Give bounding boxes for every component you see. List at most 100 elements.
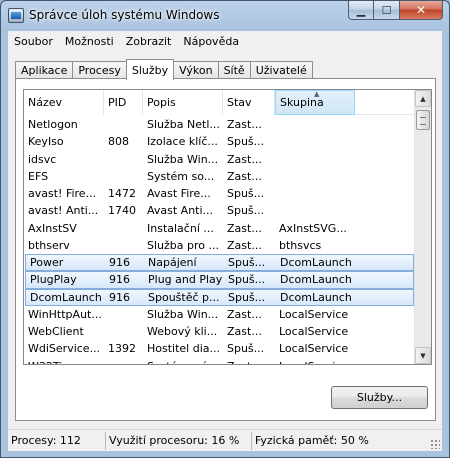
table-row[interactable]: Netlogon Služba Netl... Zast... bbox=[24, 116, 415, 133]
service-description: Systém so... bbox=[147, 169, 215, 183]
service-description: Spouštěč p... bbox=[148, 290, 220, 304]
table-row[interactable]: avast! Fire... 1472 Avast Fire... Spuš... bbox=[24, 185, 415, 202]
status-cpu: Využití procesoru: 16 % bbox=[106, 431, 252, 450]
table-row[interactable]: WinHttpAut... Služba Win... Zast... LocalSe… bbox=[24, 306, 415, 323]
column-header-skupina[interactable]: ▲ Skupina bbox=[275, 90, 355, 115]
column-header-popis[interactable]: Popis bbox=[143, 90, 223, 115]
service-description: Služba Win... bbox=[147, 152, 219, 166]
service-group: LocalService bbox=[279, 307, 349, 321]
service-pid: 1472 bbox=[108, 187, 136, 201]
tab-vykon[interactable]: Výkon bbox=[173, 61, 219, 79]
sort-up-icon: ▲ bbox=[314, 90, 320, 98]
service-name: KeyIso bbox=[28, 135, 64, 149]
menu-napoveda[interactable]: Nápověda bbox=[177, 35, 245, 48]
task-manager-window: Správce úloh systému Windows ▁ ☐ ✕ Soubo… bbox=[0, 0, 450, 458]
menu-bar: Soubor Možnosti Zobrazit Nápověda bbox=[8, 31, 442, 51]
table-row[interactable]: EFS Systém so... Zast... bbox=[24, 168, 415, 185]
maximize-button[interactable]: ☐ bbox=[374, 1, 400, 20]
scroll-up-icon: ▲ bbox=[420, 94, 426, 103]
table-row[interactable]: KeyIso 808 Izolace klíč... Spuš... bbox=[24, 133, 415, 150]
service-name: WinHttpAut... bbox=[28, 307, 102, 321]
table-row[interactable]: avast! Anti... 1740 Avast Anti... Spuš... bbox=[24, 202, 415, 219]
service-group: bthsvcs bbox=[279, 238, 322, 252]
title-bar[interactable]: Správce úloh systému Windows ▁ ☐ ✕ bbox=[1, 1, 449, 31]
tab-uzivatele[interactable]: Uživatelé bbox=[249, 61, 313, 79]
service-state: Zast... bbox=[227, 238, 262, 252]
scroll-down-icon: ▼ bbox=[420, 351, 426, 360]
menu-zobrazit[interactable]: Zobrazit bbox=[120, 35, 178, 48]
table-row[interactable]: PlugPlay 916 Plug and Play Spuš... DcomLaunc… bbox=[25, 271, 414, 289]
service-state: Zast... bbox=[227, 152, 262, 166]
maximize-icon: ☐ bbox=[381, 3, 392, 17]
caption-buttons: ▁ ☐ ✕ bbox=[348, 1, 443, 21]
service-name: idsvc bbox=[28, 152, 57, 166]
service-pid: 1740 bbox=[108, 204, 136, 218]
table-row[interactable]: DcomLaunch 916 Spouštěč p... Spuš... DcomLau… bbox=[25, 288, 414, 306]
service-group: DcomLaunch bbox=[280, 290, 352, 304]
scroll-up-button[interactable]: ▲ bbox=[415, 90, 431, 107]
vertical-scrollbar[interactable]: ▲ ▼ bbox=[414, 90, 431, 364]
tab-aplikace[interactable]: Aplikace bbox=[15, 61, 74, 79]
table-row[interactable]: bthserv Služba pro ... Zast... bthsvcs bbox=[24, 237, 415, 254]
table-row[interactable]: WdiService... 1392 Hostitel dia... Spuš... L… bbox=[24, 340, 415, 357]
services-panel: Název PID Popis Stav ▲ Skupina Netlogon S… bbox=[15, 78, 436, 421]
tab-sluzby[interactable]: Služby bbox=[125, 59, 175, 80]
scroll-thumb[interactable] bbox=[416, 110, 430, 130]
service-group: DcomLaunch bbox=[280, 256, 352, 270]
table-row[interactable]: idsvc Služba Win... Zast... bbox=[24, 151, 415, 168]
tab-site[interactable]: Sítě bbox=[217, 61, 251, 79]
table-row[interactable]: W32Time Systémový...Zast...LocalService bbox=[24, 358, 415, 364]
close-button[interactable]: ✕ bbox=[400, 1, 443, 20]
service-description: Avast Fire... bbox=[147, 187, 211, 201]
services-button[interactable]: Služby... bbox=[331, 386, 428, 409]
service-description: Plug and Play bbox=[148, 273, 223, 287]
service-name: bthserv bbox=[28, 238, 70, 252]
menu-moznosti[interactable]: Možnosti bbox=[59, 35, 120, 48]
scroll-down-button[interactable]: ▼ bbox=[415, 347, 431, 364]
service-state: Spuš... bbox=[228, 290, 266, 304]
tab-procesy[interactable]: Procesy bbox=[72, 61, 127, 79]
service-group: LocalService bbox=[279, 325, 349, 339]
service-description: Služba pro ... bbox=[147, 238, 219, 252]
service-pid: 916 bbox=[109, 290, 130, 304]
service-state: Spuš... bbox=[227, 187, 265, 201]
column-header-stav[interactable]: Stav bbox=[223, 90, 275, 115]
close-icon: ✕ bbox=[415, 3, 427, 17]
table-row[interactable]: WebClient Webový kli... Zast... LocalServic… bbox=[24, 323, 415, 340]
service-state: Zast... bbox=[227, 221, 262, 235]
services-list[interactable]: Název PID Popis Stav ▲ Skupina Netlogon S… bbox=[23, 89, 432, 365]
service-state: Spuš... bbox=[227, 342, 265, 356]
service-pid: 916 bbox=[109, 273, 130, 287]
table-row[interactable]: AxInstSV Instalační ... Zast... AxInstSVG..… bbox=[24, 220, 415, 237]
service-description: Služba Win... bbox=[147, 307, 219, 321]
minimize-icon: ▁ bbox=[356, 3, 366, 17]
service-name: PlugPlay bbox=[30, 273, 77, 287]
service-state: Spuš... bbox=[227, 135, 265, 149]
service-name: WdiService... bbox=[28, 342, 101, 356]
task-manager-icon bbox=[8, 8, 24, 23]
column-header-pid[interactable]: PID bbox=[104, 90, 143, 115]
list-header: Název PID Popis Stav ▲ Skupina bbox=[24, 90, 415, 115]
service-name: avast! Fire... bbox=[28, 187, 97, 201]
menu-soubor[interactable]: Soubor bbox=[8, 35, 59, 48]
status-memory: Fyzická paměť: 50 % bbox=[255, 434, 369, 447]
service-name: WebClient bbox=[28, 325, 84, 339]
status-bar: Procesy: 112 Využití procesoru: 16 % Fyz… bbox=[8, 429, 442, 451]
column-header-nazev[interactable]: Název bbox=[24, 90, 104, 115]
service-state: Spuš... bbox=[227, 204, 265, 218]
service-state: Zast... bbox=[227, 118, 262, 132]
service-group: AxInstSVG... bbox=[279, 221, 347, 235]
table-row[interactable]: Power 916 Napájení Spuš... DcomLaunch bbox=[25, 254, 414, 272]
client-area: Aplikace Procesy Služby Výkon Sítě Uživa… bbox=[8, 51, 442, 429]
service-name: avast! Anti... bbox=[28, 204, 99, 218]
service-state: Zast... bbox=[223, 360, 275, 364]
service-group: LocalService bbox=[279, 342, 349, 356]
service-name: W32Time bbox=[24, 360, 104, 364]
service-state: Zast... bbox=[227, 307, 262, 321]
resize-grip[interactable] bbox=[430, 439, 440, 449]
service-pid: 1392 bbox=[108, 342, 136, 356]
service-name: DcomLaunch bbox=[30, 290, 102, 304]
service-group: DcomLaunch bbox=[280, 273, 352, 287]
minimize-button[interactable]: ▁ bbox=[348, 1, 374, 20]
service-state: Spuš... bbox=[228, 273, 266, 287]
